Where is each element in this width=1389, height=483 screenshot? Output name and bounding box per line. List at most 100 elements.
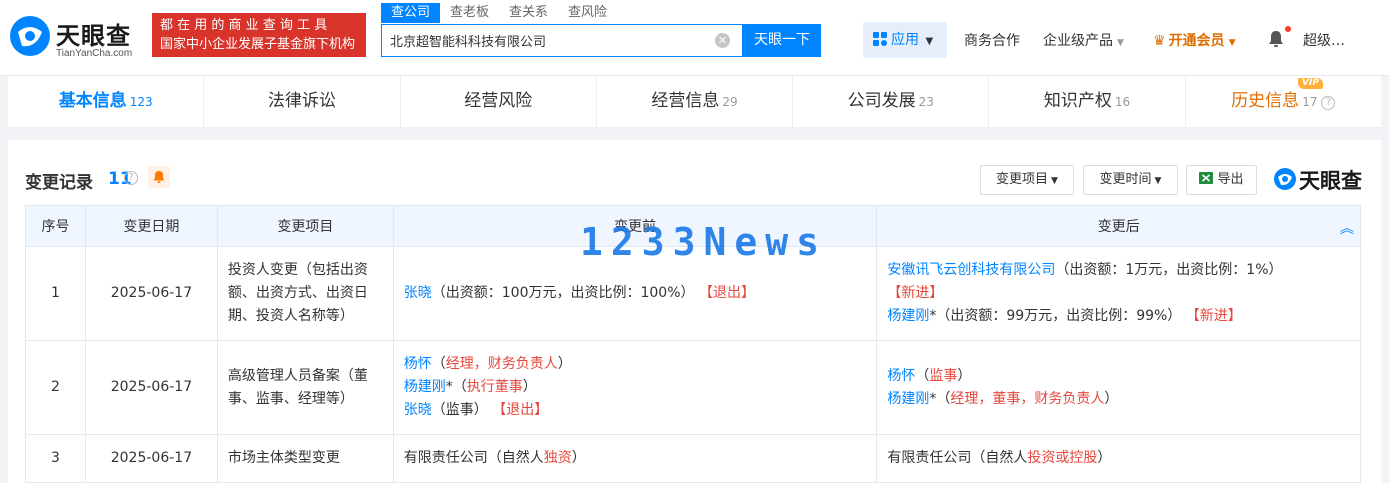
cell-after: 安徽讯飞云创科技有限公司（出资额：1万元，出资比例：1%） 【新进】 杨建刚*（… (876, 246, 1361, 341)
paren: ） (1097, 450, 1112, 466)
paren: ） (557, 356, 572, 372)
new-tag: 【新进】 (887, 285, 944, 301)
monitor-bell-button[interactable] (148, 166, 170, 188)
nav-vip-label: 开通会员 (1168, 33, 1225, 49)
cell-no: 1 (25, 246, 86, 341)
cell-item: 市场主体类型变更 (216, 434, 394, 483)
tab-label: 法律诉讼 (267, 91, 336, 111)
promo-banner[interactable]: 都 在 用 的 商 业 查 询 工 具 国家中小企业发展子基金旗下机构 (152, 13, 366, 57)
col-header-after-label: 变更后 (1097, 219, 1140, 235)
tab-label: 经营信息 (651, 91, 720, 111)
role-text: 经理，董事，财务负责人 (950, 390, 1105, 407)
person-link[interactable]: 杨建刚 (404, 379, 446, 395)
nav-open-vip[interactable]: ♛ 开通会员 ▼ (1153, 30, 1235, 50)
nav-enterprise-products[interactable]: 企业级产品 ▼ (1043, 30, 1124, 50)
tab-count: 17 (1302, 95, 1318, 109)
company-type-highlight: 投资或控股 (1027, 450, 1098, 466)
cell-before: 有限责任公司（自然人独资） (392, 434, 878, 483)
btn-label: 变更项目 (996, 172, 1049, 187)
apps-button[interactable]: 应用 ▼ (863, 22, 947, 58)
investment-detail: （出资额：100万元，出资比例：100%） (431, 285, 695, 301)
tab-basic-info[interactable]: 基本信息 123 (8, 76, 205, 127)
cell-after: 有限责任公司（自然人投资或控股） (876, 434, 1361, 483)
tab-count: 16 (1114, 95, 1131, 109)
cell-date: 2025-06-17 (84, 340, 218, 435)
paren: （ (431, 356, 446, 372)
btn-label: 变更时间 (1099, 172, 1152, 187)
user-name[interactable]: 超级… (1303, 30, 1345, 50)
collapse-icon[interactable]: ︽ (1340, 218, 1354, 238)
person-link[interactable]: 杨怀 (404, 356, 432, 372)
clear-icon[interactable]: ✕ (715, 33, 730, 48)
tab-history[interactable]: 历史信息 17? VIP (1186, 76, 1381, 127)
tab-label: 经营风险 (464, 91, 533, 111)
search-type-tabs: 查公司 查老板 查关系 查风险 (381, 3, 617, 23)
site-logo[interactable]: 天眼查 TianYanCha.com (8, 12, 146, 62)
cell-item: 投资人变更（包括出资额、出资方式、出资日期、投资人名称等） (216, 246, 394, 341)
table-row: 2 2025-06-17 高级管理人员备案（董事、监事、经理等） 杨怀（经理，财… (25, 340, 1361, 435)
col-header-item: 变更项目 (216, 205, 394, 247)
top-bar: 天眼查 TianYanCha.com 都 在 用 的 商 业 查 询 工 具 国… (0, 0, 1389, 76)
cell-date: 2025-06-17 (84, 434, 218, 483)
search-input[interactable] (382, 25, 702, 56)
export-button[interactable]: 导出 (1186, 165, 1257, 195)
tab-label: 公司发展 (847, 91, 916, 111)
filter-change-time-button[interactable]: 变更时间 ▼ (1083, 165, 1178, 195)
exit-tag: 【退出】 (698, 285, 755, 301)
investor-link[interactable]: 安徽讯飞云创科技有限公司 (887, 262, 1055, 278)
search-tab-risk[interactable]: 查风险 (558, 3, 617, 23)
logo-subtitle: TianYanCha.com (56, 48, 133, 59)
search-box: ✕ (381, 24, 743, 57)
search-tab-boss[interactable]: 查老板 (440, 3, 499, 23)
exit-tag: 【退出】 (492, 402, 549, 418)
investor-link[interactable]: 张晓 (404, 285, 432, 301)
cell-item: 高级管理人员备案（董事、监事、经理等） (216, 340, 394, 435)
tab-ip[interactable]: 知识产权 16 (989, 76, 1186, 127)
col-header-date: 变更日期 (84, 205, 218, 247)
tab-label: 历史信息 (1231, 91, 1300, 111)
search-button[interactable]: 天眼一下 (743, 24, 821, 57)
company-tabs: 基本信息 123 法律诉讼 经营风险 经营信息 29 公司发展 23 知识产权 16 历… (8, 76, 1381, 128)
logo-icon (1274, 168, 1296, 190)
search-tab-company[interactable]: 查公司 (381, 3, 441, 23)
nav-enterprise-label: 企业级产品 (1043, 33, 1113, 49)
investor-link[interactable]: 杨建刚 (887, 308, 929, 324)
tab-business-info[interactable]: 经营信息 29 (597, 76, 794, 127)
tab-count: 29 (722, 95, 738, 109)
logo-icon (10, 16, 50, 56)
investment-detail: （出资额：1万元，出资比例：1%） (1055, 262, 1283, 278)
role-text: 监事 (929, 367, 958, 384)
paren: （ (452, 379, 467, 395)
person-link[interactable]: 杨建刚 (887, 391, 929, 407)
nav-business-cooperation[interactable]: 商务合作 (964, 30, 1020, 50)
tab-legal[interactable]: 法律诉讼 (204, 76, 401, 127)
person-link[interactable]: 张晓 (404, 402, 432, 418)
help-icon[interactable]: ? (1321, 96, 1336, 110)
tab-business-risk[interactable]: 经营风险 (401, 76, 597, 127)
change-records-panel: 变更记录 11 ? 变更项目 ▼ 变更时间 ▼ 导出 天眼查 序号 变更日期 变… (8, 140, 1381, 483)
caret-down-icon: ▼ (925, 36, 934, 47)
bell-icon[interactable] (1268, 30, 1284, 48)
cell-no: 2 (25, 340, 86, 435)
apps-label: 应用 (891, 32, 919, 48)
paren: ） (522, 379, 537, 395)
person-link[interactable]: 杨怀 (887, 368, 915, 384)
cell-no: 3 (25, 434, 86, 483)
tab-count: 23 (918, 95, 934, 109)
cell-before: 杨怀（经理，财务负责人） 杨建刚*（执行董事） 张晓（监事） 【退出】 (392, 340, 878, 435)
tab-development[interactable]: 公司发展 23 (793, 76, 990, 127)
tab-count: 123 (129, 95, 153, 109)
brand-text: 天眼查 (1299, 169, 1362, 193)
search-tab-relation[interactable]: 查关系 (499, 3, 558, 23)
caret-down-icon: ▼ (1117, 38, 1124, 48)
filter-change-item-button[interactable]: 变更项目 ▼ (980, 165, 1074, 195)
excel-icon (1199, 172, 1214, 184)
role-text: 经理，财务负责人 (445, 356, 558, 372)
bell-icon (153, 171, 165, 183)
help-icon[interactable]: ? (124, 171, 138, 185)
cell-after: 杨怀（监事） 杨建刚*（经理，董事，财务负责人） (876, 340, 1361, 435)
apps-grid-icon (873, 32, 887, 46)
col-header-after: 变更后 ︽ (876, 205, 1361, 247)
table-row: 3 2025-06-17 市场主体类型变更 有限责任公司（自然人独资） 有限责任… (25, 434, 1361, 483)
paren: ） (957, 367, 972, 384)
